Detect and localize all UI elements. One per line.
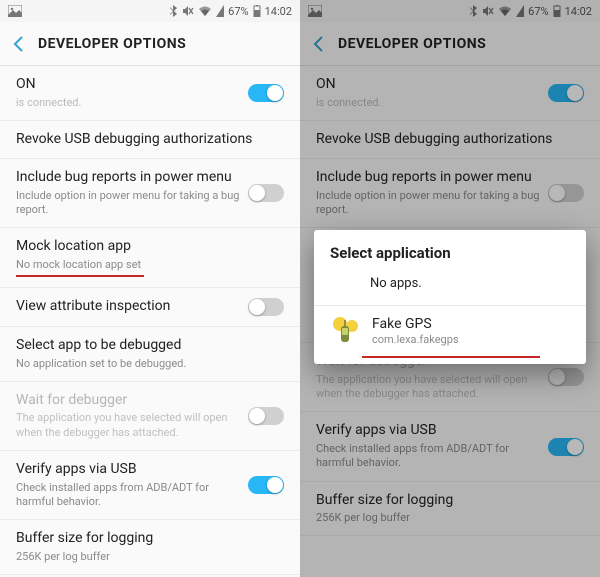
- row-buffer-size[interactable]: Buffer size for logging 256K per log buf…: [0, 520, 300, 575]
- row-select-debug-app[interactable]: Select app to be debugged No application…: [0, 327, 300, 382]
- toggle-wait-debugger: [248, 407, 284, 425]
- back-icon[interactable]: [312, 35, 324, 53]
- toggle-wait-debugger: [548, 368, 584, 386]
- wait-title: Wait for debugger: [16, 392, 248, 410]
- row-on: ON is connected.: [300, 66, 600, 121]
- dialog-underline: [362, 356, 540, 358]
- row-revoke-usb: Revoke USB debugging authorizations: [300, 121, 600, 160]
- bugreport-sub: Include option in power menu for taking …: [316, 189, 548, 218]
- clock-time: 14:02: [265, 5, 292, 18]
- status-bar: 67% 14:02: [0, 0, 300, 22]
- signal-icon: [216, 5, 224, 17]
- page-title: DEVELOPER OPTIONS: [38, 36, 186, 52]
- wifi-icon: [498, 5, 512, 17]
- row-buffer-size: Buffer size for logging 256K per log buf…: [300, 482, 600, 537]
- mock-title: Mock location app: [16, 238, 284, 256]
- battery-icon: [253, 5, 261, 17]
- on-title: ON: [316, 76, 548, 94]
- battery-icon: [553, 5, 561, 17]
- dialog-title: Select application: [314, 230, 586, 270]
- wait-sub: The application you have selected will o…: [16, 411, 248, 440]
- verify-title: Verify apps via USB: [16, 461, 248, 479]
- wait-sub: The application you have selected will o…: [316, 373, 548, 402]
- toggle-verify-usb[interactable]: [248, 476, 284, 494]
- wifi-icon: [198, 5, 212, 17]
- back-icon[interactable]: [12, 35, 24, 53]
- row-mock-location[interactable]: Mock location app No mock location app s…: [0, 228, 300, 288]
- signal-icon: [516, 5, 524, 17]
- bugreport-sub: Include option in power menu for taking …: [16, 189, 248, 218]
- row-bug-reports[interactable]: Include bug reports in power menu Includ…: [0, 159, 300, 228]
- toggle-developer-on[interactable]: [248, 84, 284, 102]
- toggle-bug-reports: [548, 184, 584, 202]
- bugreport-title: Include bug reports in power menu: [16, 169, 248, 187]
- dialog-app-row[interactable]: Fake GPS com.lexa.fakegps: [314, 306, 586, 360]
- on-frag: is connected.: [316, 96, 548, 110]
- debugapp-sub: No application set to be debugged.: [16, 357, 284, 371]
- dialog-app-package: com.lexa.fakegps: [372, 333, 459, 346]
- buffer-title: Buffer size for logging: [316, 492, 584, 510]
- fake-gps-icon: [330, 316, 360, 346]
- verify-sub: Check installed apps from ADB/ADT for ha…: [316, 442, 548, 471]
- bluetooth-icon: [170, 5, 178, 17]
- mute-icon: [182, 5, 194, 17]
- on-frag: is connected.: [16, 96, 248, 110]
- row-verify-usb: Verify apps via USB Check installed apps…: [300, 412, 600, 481]
- bluetooth-icon: [470, 5, 478, 17]
- row-bug-reports: Include bug reports in power menu Includ…: [300, 159, 600, 228]
- select-application-dialog: Select application No apps. Fake GPS com…: [314, 230, 586, 364]
- toggle-verify-usb: [548, 438, 584, 456]
- header: DEVELOPER OPTIONS: [300, 22, 600, 66]
- debugapp-title: Select app to be debugged: [16, 337, 284, 355]
- status-bar: 67% 14:02: [300, 0, 600, 22]
- viewattr-title: View attribute inspection: [16, 298, 248, 316]
- buffer-sub: 256K per log buffer: [16, 550, 284, 564]
- row-verify-usb[interactable]: Verify apps via USB Check installed apps…: [0, 451, 300, 520]
- screen-right: 67% 14:02 DEVELOPER OPTIONS ON is connec…: [300, 0, 600, 577]
- buffer-sub: 256K per log buffer: [316, 511, 584, 525]
- verify-sub: Check installed apps from ADB/ADT for ha…: [16, 481, 248, 510]
- clock-time: 14:02: [565, 5, 592, 18]
- row-on[interactable]: ON is connected.: [0, 66, 300, 121]
- dialog-no-apps[interactable]: No apps.: [314, 270, 586, 305]
- buffer-title: Buffer size for logging: [16, 530, 284, 548]
- header: DEVELOPER OPTIONS: [0, 22, 300, 66]
- toggle-bug-reports[interactable]: [248, 184, 284, 202]
- mock-underline: [16, 275, 144, 277]
- revoke-title: Revoke USB debugging authorizations: [316, 131, 584, 149]
- dialog-app-name: Fake GPS: [372, 316, 459, 332]
- row-wait-debugger: Wait for debugger The application you ha…: [0, 382, 300, 451]
- battery-pct: 67%: [228, 5, 248, 18]
- mock-sub: No mock location app set: [16, 258, 284, 272]
- page-title: DEVELOPER OPTIONS: [338, 36, 486, 52]
- screen-left: 67% 14:02 DEVELOPER OPTIONS ON is connec…: [0, 0, 300, 577]
- image-icon: [308, 5, 322, 17]
- revoke-title: Revoke USB debugging authorizations: [16, 131, 284, 149]
- verify-title: Verify apps via USB: [316, 422, 548, 440]
- row-view-attribute[interactable]: View attribute inspection: [0, 288, 300, 327]
- toggle-view-attribute[interactable]: [248, 298, 284, 316]
- row-revoke-usb[interactable]: Revoke USB debugging authorizations: [0, 121, 300, 160]
- on-title: ON: [16, 76, 248, 94]
- battery-pct: 67%: [528, 5, 548, 18]
- bugreport-title: Include bug reports in power menu: [316, 169, 548, 187]
- toggle-developer-on: [548, 84, 584, 102]
- mute-icon: [482, 5, 494, 17]
- image-icon: [8, 5, 22, 17]
